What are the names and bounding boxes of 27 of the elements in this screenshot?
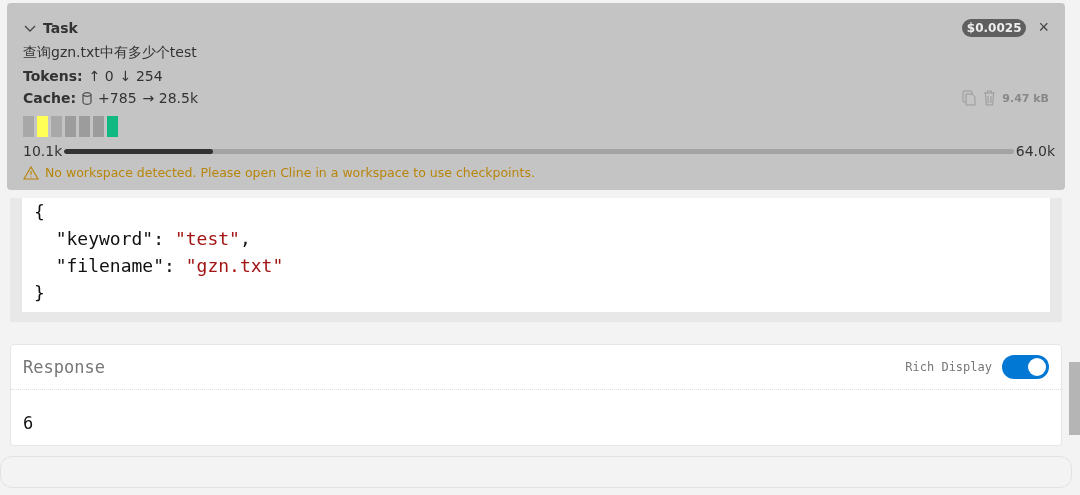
response-value: 6 [22, 412, 35, 435]
context-max: 64.0k [1015, 143, 1055, 159]
cache-label: Cache: [23, 90, 77, 106]
code-line: { [34, 200, 46, 224]
response-title: Response [23, 357, 106, 377]
database-icon [82, 91, 93, 105]
task-prompt: 查询gzn.txt中有多少个test [23, 44, 198, 62]
file-size: 9.47 kB [1002, 91, 1049, 105]
warning-icon [23, 165, 39, 180]
cache-added: +785 [98, 90, 137, 106]
warning-message: No workspace detected. Please open Cline in a workspace to use checkpoints. [45, 165, 535, 180]
code-line: "keyword": "test", [54, 227, 252, 251]
close-button[interactable]: × [1032, 17, 1055, 38]
context-used: 10.1k [23, 143, 63, 159]
code-line: } [34, 281, 46, 305]
tokens-down: ↓ 254 [119, 68, 163, 84]
tokens-label: Tokens: [23, 68, 83, 84]
cost-badge: $0.0025 [961, 18, 1027, 37]
copy-icon[interactable] [962, 90, 978, 106]
trash-icon[interactable] [983, 90, 997, 106]
code-line: "filename": "gzn.txt" [54, 254, 285, 278]
cache-total: → 28.5k [142, 90, 198, 106]
scrollbar-thumb[interactable] [1069, 362, 1080, 435]
tokens-up: ↑ 0 [88, 68, 114, 84]
toggle-label: Rich Display [905, 360, 992, 374]
rich-display-toggle[interactable] [1002, 355, 1049, 379]
task-title: Task [43, 19, 78, 36]
